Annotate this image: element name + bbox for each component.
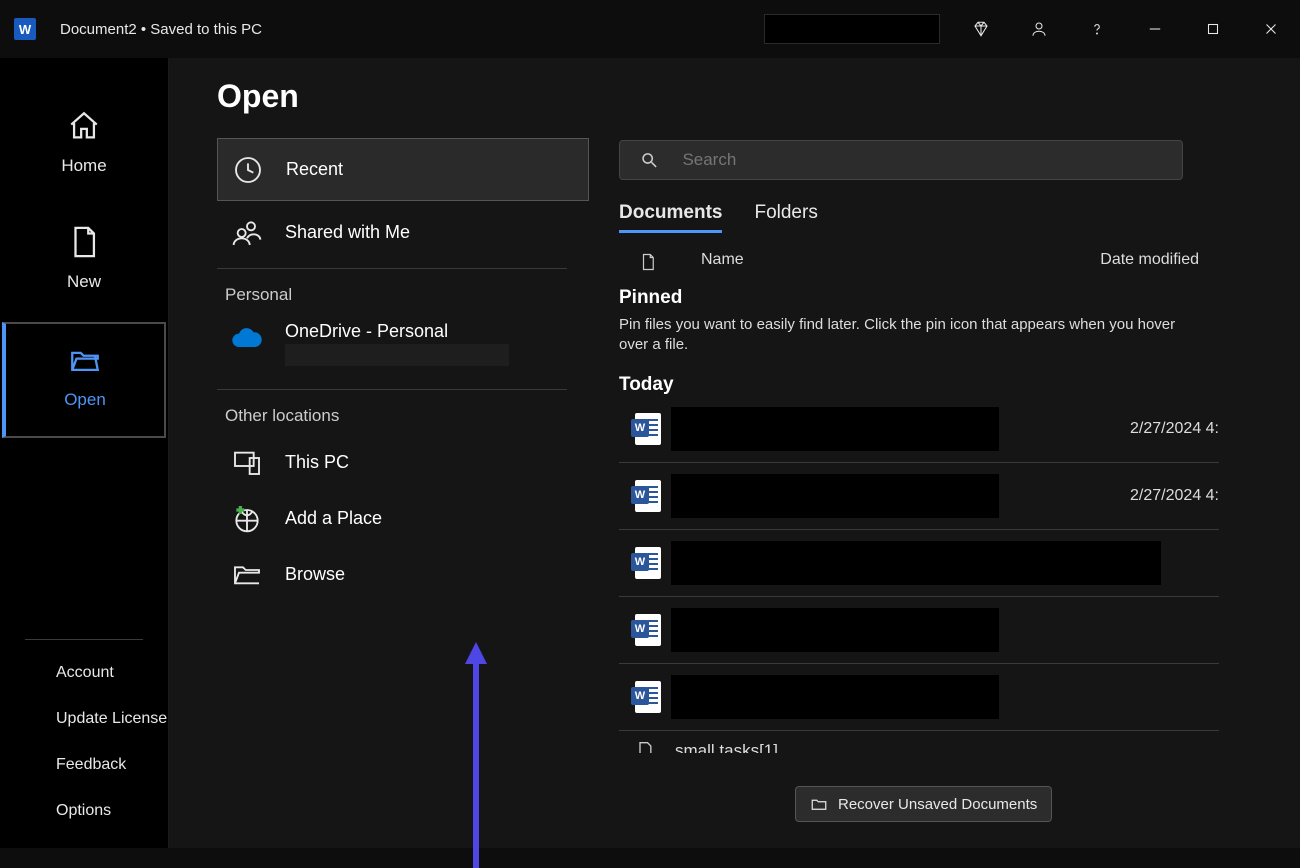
- help-icon[interactable]: [1068, 0, 1126, 58]
- page-title: Open: [217, 78, 299, 115]
- person-icon[interactable]: [1010, 0, 1068, 58]
- other-locations-header: Other locations: [217, 394, 589, 434]
- doc-icon: [635, 739, 655, 754]
- nav-account[interactable]: Account: [0, 650, 168, 696]
- redacted-account-box: [764, 14, 940, 44]
- nav-home[interactable]: Home: [0, 88, 168, 204]
- home-icon: [64, 106, 104, 146]
- location-this-pc[interactable]: This PC: [217, 434, 589, 490]
- clock-icon: [230, 152, 266, 188]
- document-title: Document2 • Saved to this PC: [60, 21, 262, 38]
- folder-icon: [810, 795, 828, 813]
- pinned-header: Pinned: [619, 287, 1219, 309]
- file-name-redacted: [671, 474, 999, 518]
- word-doc-icon: [635, 681, 661, 713]
- file-row[interactable]: 2/27/2024 4:: [619, 396, 1219, 463]
- location-shared[interactable]: Shared with Me: [217, 201, 589, 264]
- location-browse[interactable]: Browse: [217, 546, 589, 602]
- diamond-icon[interactable]: [952, 0, 1010, 58]
- location-add-place[interactable]: Add a Place: [217, 490, 589, 546]
- search-input[interactable]: [682, 150, 1182, 170]
- word-logo-icon: W: [14, 18, 36, 40]
- doc-icon: [639, 251, 657, 273]
- file-row-partial[interactable]: small tasks[1]: [619, 731, 1219, 754]
- file-row[interactable]: [619, 530, 1219, 597]
- onedrive-account-redacted: [285, 344, 509, 366]
- locations-panel: Recent Shared with Me Personal OneDrive …: [217, 138, 589, 848]
- open-folder-icon: [65, 340, 105, 380]
- cloud-icon: [229, 321, 265, 357]
- file-name-redacted: [671, 675, 999, 719]
- search-box[interactable]: [619, 140, 1183, 180]
- new-doc-icon: [64, 222, 104, 262]
- people-icon: [229, 215, 265, 251]
- tab-documents[interactable]: Documents: [619, 196, 722, 233]
- nav-options[interactable]: Options: [0, 788, 168, 834]
- nav-update-license[interactable]: Update License: [0, 696, 168, 742]
- file-date: 2/27/2024 4:: [1130, 487, 1219, 505]
- left-nav: Home New Open Account Update License Fee…: [0, 58, 169, 848]
- recover-unsaved-button[interactable]: Recover Unsaved Documents: [795, 786, 1052, 822]
- files-panel: Documents Folders Name Date modified Pin…: [619, 140, 1219, 848]
- search-icon: [640, 150, 658, 170]
- col-name[interactable]: Name: [701, 251, 744, 273]
- titlebar: W Document2 • Saved to this PC: [0, 0, 1300, 58]
- browse-folder-icon: [229, 556, 265, 592]
- location-onedrive[interactable]: OneDrive - Personal: [217, 313, 589, 385]
- today-header: Today: [619, 374, 1219, 396]
- location-recent[interactable]: Recent: [217, 138, 589, 201]
- word-doc-icon: [635, 413, 661, 445]
- personal-header: Personal: [217, 273, 589, 313]
- file-date: 2/27/2024 4:: [1130, 420, 1219, 438]
- word-doc-icon: [635, 547, 661, 579]
- tab-folders[interactable]: Folders: [754, 196, 817, 233]
- list-header: Name Date modified: [619, 251, 1219, 273]
- file-row[interactable]: 2/27/2024 4:: [619, 463, 1219, 530]
- close-button[interactable]: [1242, 0, 1300, 58]
- pinned-help-text: Pin files you want to easily find later.…: [619, 315, 1194, 356]
- pc-icon: [229, 444, 265, 480]
- file-name: small tasks[1]: [675, 741, 778, 754]
- file-name-redacted: [671, 407, 999, 451]
- nav-open[interactable]: Open: [2, 322, 166, 438]
- nav-new[interactable]: New: [0, 204, 168, 320]
- word-doc-icon: [635, 614, 661, 646]
- word-doc-icon: [635, 480, 661, 512]
- file-name-redacted: [671, 608, 999, 652]
- col-date-modified[interactable]: Date modified: [1100, 251, 1199, 273]
- file-row[interactable]: [619, 597, 1219, 664]
- maximize-button[interactable]: [1184, 0, 1242, 58]
- add-place-icon: [229, 500, 265, 536]
- file-row[interactable]: [619, 664, 1219, 731]
- file-name-redacted: [671, 541, 1161, 585]
- minimize-button[interactable]: [1126, 0, 1184, 58]
- nav-feedback[interactable]: Feedback: [0, 742, 168, 788]
